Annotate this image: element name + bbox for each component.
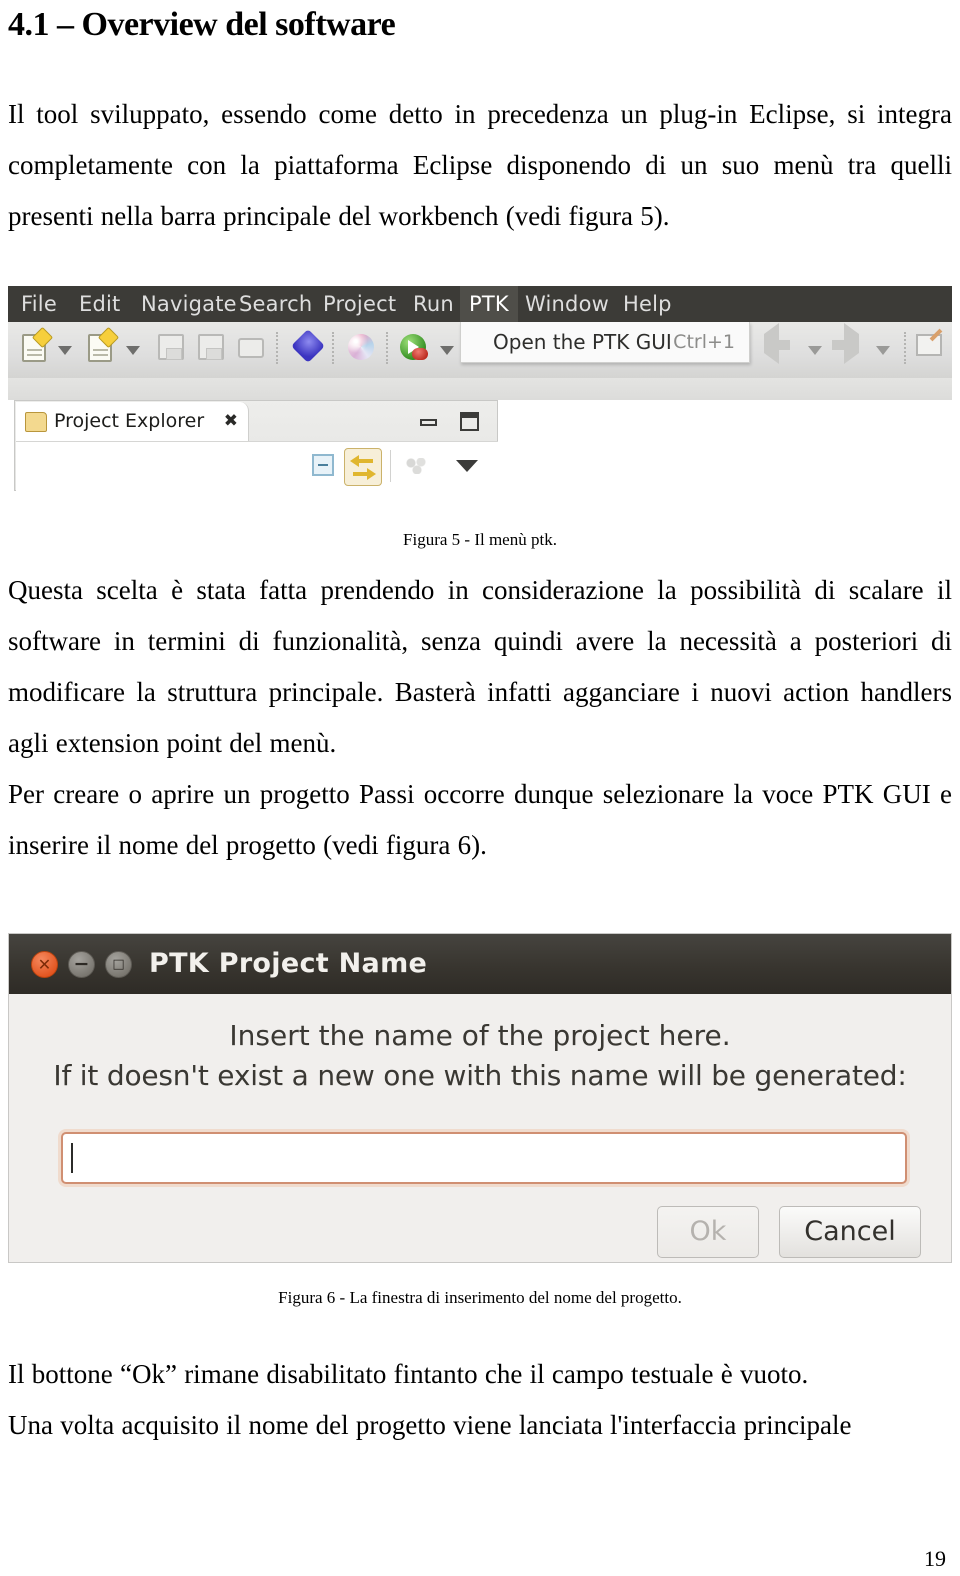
menu-item-project[interactable]: Project — [314, 286, 405, 322]
text-cursor — [71, 1143, 73, 1174]
save-icon[interactable] — [158, 334, 184, 361]
menu-item-help[interactable]: Help — [614, 286, 681, 322]
close-window-button[interactable]: ✕ — [31, 951, 58, 979]
toolbar-separator-3 — [386, 332, 388, 365]
menu-item-file[interactable]: File — [12, 286, 66, 322]
forward-arrow-head-icon — [844, 323, 859, 365]
page-number: 19 — [924, 1546, 946, 1571]
back-dropdown-icon[interactable] — [808, 346, 822, 356]
figure-5-caption: Figura 5 - Il menù ptk. — [403, 530, 557, 550]
dialog-content: Insert the name of the project here. If … — [9, 994, 951, 1263]
menu-item-open-ptk-gui[interactable]: Open the PTK GUI — [493, 322, 672, 362]
maximize-window-button[interactable]: □ — [105, 951, 132, 979]
dialog-message-line-1: Insert the name of the project here. — [229, 1019, 731, 1053]
save-all-shutter-icon — [206, 348, 222, 361]
ptk-menu-popup: Open the PTK GUI Ctrl+1 — [460, 322, 750, 364]
minimize-icon: − — [73, 953, 90, 976]
menu-item-run[interactable]: Run — [404, 286, 463, 322]
run-dropdown-icon[interactable] — [440, 346, 454, 356]
minimize-window-button[interactable]: − — [68, 951, 95, 979]
eclipse-menubar: File Edit Navigate Search Project Run PT… — [8, 286, 952, 323]
dialog-message: Insert the name of the project here. If … — [9, 1016, 951, 1096]
document-page: 4.1 – Overview del software Il tool svil… — [0, 0, 960, 1576]
view-menu-dots-icon[interactable] — [406, 458, 428, 475]
menu-item-ptk[interactable]: PTK — [460, 286, 518, 323]
dialog-titlebar: ✕ − □ PTK Project Name — [9, 934, 951, 996]
forward-arrow-icon[interactable] — [832, 323, 859, 365]
wizard-lines-icon — [93, 349, 108, 352]
menu-item-edit[interactable]: Edit — [70, 286, 129, 322]
eclipse-workbench-body: Project Explorer ✖ — [8, 400, 952, 492]
paragraph-intro: Il tool sviluppato, essendo come detto i… — [8, 99, 952, 232]
back-arrow-stem-icon — [778, 340, 790, 351]
print-icon[interactable] — [238, 338, 264, 359]
figure-6-ptk-dialog: ✕ − □ PTK Project Name Insert the name o… — [8, 933, 952, 1264]
back-arrow-icon[interactable] — [764, 323, 790, 365]
new-wizard-dropdown-icon[interactable] — [126, 346, 140, 356]
link-bar-bottom-icon — [353, 472, 369, 477]
toolbar-separator-4 — [904, 332, 906, 365]
menu-item-navigate[interactable]: Navigate — [132, 286, 246, 322]
tab-project-explorer[interactable]: Project Explorer ✖ — [16, 402, 249, 442]
paragraph-ok-disabled: Il bottone “Ok” rimane disabilitato fint… — [8, 1359, 809, 1390]
view-menu-chevron-down-icon[interactable] — [456, 460, 478, 473]
debug-bug-icon — [412, 348, 428, 361]
dialog-title: PTK Project Name — [149, 948, 428, 980]
dialog-message-line-2: If it doesn't exist a new one with this … — [53, 1059, 907, 1093]
eclipse-toolbar-second-row — [8, 378, 952, 402]
tab-close-icon[interactable]: ✖ — [224, 402, 238, 441]
external-tools-sphere-icon[interactable] — [348, 334, 374, 361]
figure-5-eclipse-menu: File Edit Navigate Search Project Run PT… — [8, 286, 952, 492]
view-toolbar-separator — [390, 450, 391, 483]
menu-item-search[interactable]: Search — [230, 286, 321, 322]
figure-6-caption: Figura 6 - La finestra di inserimento de… — [278, 1288, 682, 1308]
project-explorer-toolbar — [16, 441, 498, 492]
debug-diamond-icon[interactable] — [291, 329, 325, 364]
project-explorer-view: Project Explorer ✖ — [14, 400, 498, 492]
new-document-icon[interactable] — [22, 327, 54, 363]
back-arrow-head-icon — [764, 323, 779, 365]
new-document-dropdown-icon[interactable] — [58, 346, 72, 356]
heading-spacer — [8, 43, 952, 89]
new-badge-icon — [31, 327, 54, 349]
project-explorer-icon — [25, 412, 47, 433]
edit-note-icon[interactable] — [916, 329, 943, 357]
project-name-input[interactable] — [61, 1132, 907, 1185]
paragraph-interfaccia: Una volta acquisito il nome del progetto… — [8, 1410, 852, 1441]
paragraph-creare: Per creare o aprire un progetto Passi oc… — [8, 779, 952, 861]
document-lines-icon — [27, 349, 42, 352]
toolbar-separator-2 — [332, 332, 334, 365]
pen-icon — [929, 329, 943, 342]
ok-button[interactable]: Ok — [657, 1206, 759, 1259]
menu-item-open-ptk-gui-shortcut: Ctrl+1 — [673, 331, 735, 354]
link-bar-top-icon — [357, 459, 373, 464]
menu-item-window[interactable]: Window — [516, 286, 618, 322]
cancel-button[interactable]: Cancel — [779, 1206, 921, 1259]
toolbar-separator-1 — [276, 332, 278, 365]
tab-project-explorer-label: Project Explorer — [54, 410, 205, 433]
collapse-all-icon[interactable] — [312, 454, 334, 477]
link-with-editor-icon[interactable] — [344, 448, 382, 487]
minimize-view-icon[interactable] — [420, 419, 437, 427]
paragraph-scelta: Questa scelta è stata fatta prendendo in… — [8, 575, 952, 759]
close-icon: ✕ — [37, 955, 52, 975]
forward-arrow-stem-icon — [832, 340, 844, 351]
maximize-icon: □ — [112, 957, 125, 973]
page-title: 4.1 – Overview del software — [8, 6, 396, 43]
maximize-view-icon[interactable] — [460, 412, 479, 432]
save-shutter-icon — [166, 348, 182, 361]
new-wizard-icon[interactable] — [88, 327, 120, 363]
forward-dropdown-icon[interactable] — [876, 346, 890, 356]
save-all-icon[interactable] — [198, 334, 224, 361]
new-wizard-badge-icon — [97, 327, 120, 349]
